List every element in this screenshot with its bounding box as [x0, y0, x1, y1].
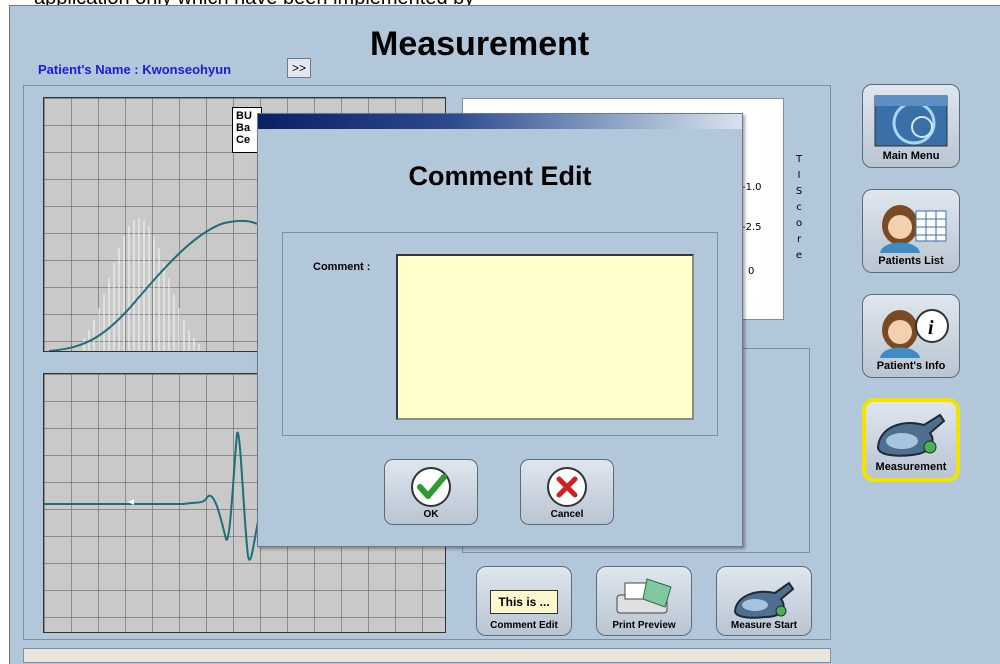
checkmark-icon [392, 465, 470, 509]
ok-button[interactable]: OK [384, 459, 478, 525]
comment-textarea[interactable] [396, 254, 694, 420]
main-menu-icon [872, 94, 950, 148]
comment-edit-label: Comment Edit [490, 620, 558, 631]
measurement-device-icon [725, 576, 803, 620]
cancel-button[interactable]: Cancel [520, 459, 614, 525]
ok-label: OK [423, 509, 439, 520]
patient-info-button[interactable]: i Patient's Info [862, 294, 960, 378]
comment-label: Comment : [313, 261, 371, 273]
patients-list-label: Patients List [878, 255, 944, 267]
svg-text:i: i [928, 317, 934, 339]
patient-name: Patient's Name : Kwonseohyun [38, 62, 232, 77]
measure-start-label: Measure Start [730, 620, 798, 631]
more-button[interactable]: >> [287, 58, 311, 78]
dialog-title: Comment Edit [408, 161, 592, 191]
cancel-label: Cancel [550, 509, 584, 520]
patient-info-icon: i [872, 304, 950, 358]
measurement-label: Measurement [875, 461, 947, 473]
patients-list-button[interactable]: Patients List [862, 189, 960, 273]
cancel-x-icon [528, 465, 606, 509]
printer-icon [605, 576, 683, 620]
tscore-label: T I S c o r e [795, 154, 803, 261]
comment-edit-dialog: Comment Edit Comment : OK Cancel [257, 113, 743, 547]
print-preview-label: Print Preview [612, 620, 676, 631]
comment-edit-button[interactable]: This is ... Comment Edit [476, 566, 572, 636]
print-preview-button[interactable]: Print Preview [596, 566, 692, 636]
main-menu-label: Main Menu [882, 150, 940, 162]
measurement-button[interactable]: Measurement [862, 398, 960, 482]
measurement-device-icon [872, 405, 950, 459]
patient-info-label: Patient's Info [876, 360, 946, 372]
measure-start-button[interactable]: Measure Start [716, 566, 812, 636]
status-bar [23, 648, 831, 663]
score-tick: -1.0 [742, 182, 762, 193]
page-title: Measurement [370, 25, 590, 63]
patients-list-icon [872, 199, 950, 253]
comment-preview: This is ... [490, 590, 558, 614]
score-tick: 0 [748, 266, 755, 277]
dialog-titlebar[interactable] [258, 114, 742, 129]
main-menu-button[interactable]: Main Menu [862, 84, 960, 168]
score-tick: -2.5 [742, 222, 762, 233]
